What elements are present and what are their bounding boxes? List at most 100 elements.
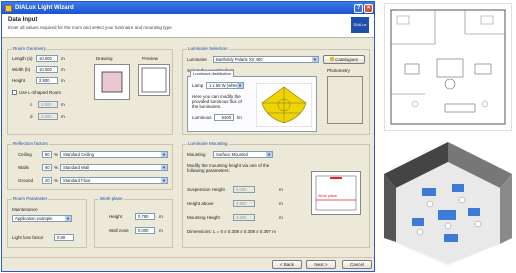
mounting-preview: Work plane <box>311 171 361 215</box>
ceiling-input[interactable]: 80 <box>42 151 52 158</box>
maintenance-label: Maintenance <box>12 207 38 212</box>
work-plane-group: Work plane Height 0.780 m Wall zone 0.00… <box>94 196 173 248</box>
mounting-select-value: Surface Mounted <box>216 152 248 157</box>
room-3d-rendering <box>382 138 514 270</box>
length-label: Length (a) <box>12 56 33 61</box>
suspension-input[interactable]: 0.000 <box>233 186 255 193</box>
mounting-select[interactable]: Surface Mounted ▼ <box>213 151 273 158</box>
room-3d-svg <box>384 142 512 266</box>
wall-zone-unit: m <box>159 228 163 233</box>
reflection-group: Reflection factors Ceiling 80 % Standard… <box>7 141 173 190</box>
suspension-unit: m <box>279 187 283 192</box>
room-preview-svg <box>141 67 167 93</box>
photometry-label: Photometry <box>327 68 351 73</box>
wp-height-input[interactable]: 0.780 <box>135 213 155 220</box>
mounting-label: Mounting <box>187 152 206 157</box>
c-input[interactable]: 2.500 <box>38 101 58 108</box>
help-button[interactable]: ? <box>354 3 363 13</box>
ceiling-material: Standard Ceiling <box>63 152 94 157</box>
walls-label: Walls <box>18 165 29 170</box>
walls-unit: % <box>54 165 59 170</box>
chevron-down-icon: ▼ <box>161 178 167 183</box>
wall-zone-label: Wall zone <box>109 228 129 233</box>
wp-height-unit: m <box>159 214 163 219</box>
length-input[interactable]: 10.000 <box>36 55 58 62</box>
room-drawing <box>94 64 130 100</box>
lumens-unit: lm <box>237 115 242 120</box>
chevron-down-icon: ▼ <box>161 165 167 170</box>
catalogues-button-label: Catalogues <box>335 57 358 62</box>
page-title: Data Input <box>8 17 38 23</box>
ceiling-material-select[interactable]: Standard Ceiling ▼ <box>60 151 168 158</box>
wp-height-label: Height <box>109 214 123 219</box>
next-button[interactable]: Next > <box>306 260 336 269</box>
floor-plan-svg <box>390 9 506 125</box>
work-plane-title: Work plane <box>99 196 124 201</box>
room-geometry-title: Room Geometry <box>12 46 48 51</box>
width-input[interactable]: 10.000 <box>36 66 58 73</box>
mounting-height-label: Mounting Height <box>187 215 220 220</box>
dimensions-text: Dimensions: L = 0 x 0.308 x 0.308 x 0.39… <box>187 229 277 234</box>
chevron-down-icon: ▼ <box>161 152 167 157</box>
photometry-preview <box>327 76 363 124</box>
height-above-input[interactable]: 2.800 <box>233 200 255 207</box>
preview-label: Preview <box>142 56 159 61</box>
lumens-label: Luminous <box>192 115 212 120</box>
d-unit: m <box>61 114 65 119</box>
lshape-checkbox[interactable] <box>12 90 17 95</box>
walls-input[interactable]: 50 <box>42 164 52 171</box>
catalogues-button[interactable]: Catalogues <box>323 55 365 64</box>
c-label: c <box>30 102 33 107</box>
walls-material-select[interactable]: Standard Wall ▼ <box>60 164 168 171</box>
luminaire-select[interactable]: Bartholdy Polaris XX 400 ▼ <box>213 56 319 63</box>
lumens-input[interactable]: 5400 <box>214 114 234 121</box>
logo: DIALux <box>351 17 369 33</box>
luminaire-title: Luminaire Selection <box>187 46 229 51</box>
ground-input[interactable]: 20 <box>42 177 52 184</box>
wall-zone-input[interactable]: 0.000 <box>135 227 155 234</box>
navigation-bar: < Back Next > Cancel <box>2 257 374 271</box>
ground-material-select[interactable]: Standard Floor ▼ <box>60 177 168 184</box>
ground-unit: % <box>54 178 59 183</box>
back-button[interactable]: < Back <box>272 260 302 269</box>
ground-material: Standard Floor <box>63 178 91 183</box>
luminaire-tab-panel: Luminous distribution Lamp 1 x 58 W (whi… <box>187 70 317 132</box>
floor-plan-image <box>384 3 512 131</box>
height-input[interactable]: 2.800 <box>36 77 58 84</box>
height-above-label: Height above <box>187 201 214 206</box>
lshape-label: Use L-Shaped Room <box>19 90 62 95</box>
lamp-select[interactable]: 1 x 58 W (white) ▼ <box>206 82 244 89</box>
room-parameter-title: Room Parameter <box>12 196 49 201</box>
length-unit: m <box>61 56 65 61</box>
maintenance-select[interactable]: Application example ▼ <box>12 215 72 222</box>
height-unit: m <box>61 78 65 83</box>
mounting-height-unit: m <box>279 215 283 220</box>
suspension-label: Suspension Height <box>187 187 225 192</box>
d-input[interactable]: 2.500 <box>38 113 58 120</box>
height-label: Height <box>12 78 26 83</box>
mounting-height-input[interactable]: 2.800 <box>233 214 255 221</box>
cancel-button[interactable]: Cancel <box>342 260 372 269</box>
header: Data Input Enter all values required for… <box>2 14 374 38</box>
walls-material: Standard Wall <box>63 165 90 170</box>
light-distribution-diagram <box>256 83 312 127</box>
room-geometry-group: Room Geometry Length (a) 10.000 m Width … <box>7 46 173 135</box>
light-loss-input[interactable]: 0.80 <box>54 234 74 241</box>
title-bar: DIALux Light Wizard ? × <box>2 2 374 14</box>
window-title: DIALux Light Wizard <box>15 5 74 11</box>
catalogue-icon <box>330 57 335 61</box>
close-button[interactable]: × <box>364 3 373 13</box>
ceiling-unit: % <box>54 152 59 157</box>
room-parameter-group: Room Parameter Maintenance Application e… <box>7 196 87 248</box>
drawing-label: Drawing <box>96 56 113 61</box>
wizard-window: DIALux Light Wizard ? × Data Input Enter… <box>1 1 375 272</box>
chevron-down-icon: ▼ <box>65 216 71 221</box>
tab-luminous-distribution[interactable]: Luminous distribution <box>190 70 234 77</box>
mounting-title: Luminaire Mounting <box>187 141 229 146</box>
ground-label: Ground <box>18 178 34 183</box>
mounting-group: Luminaire Mounting Mounting Surface Moun… <box>182 141 370 248</box>
mounting-preview-svg <box>315 175 357 211</box>
lamp-label: Lamp <box>192 83 204 88</box>
room-preview <box>138 64 170 96</box>
chevron-down-icon: ▼ <box>266 152 272 157</box>
